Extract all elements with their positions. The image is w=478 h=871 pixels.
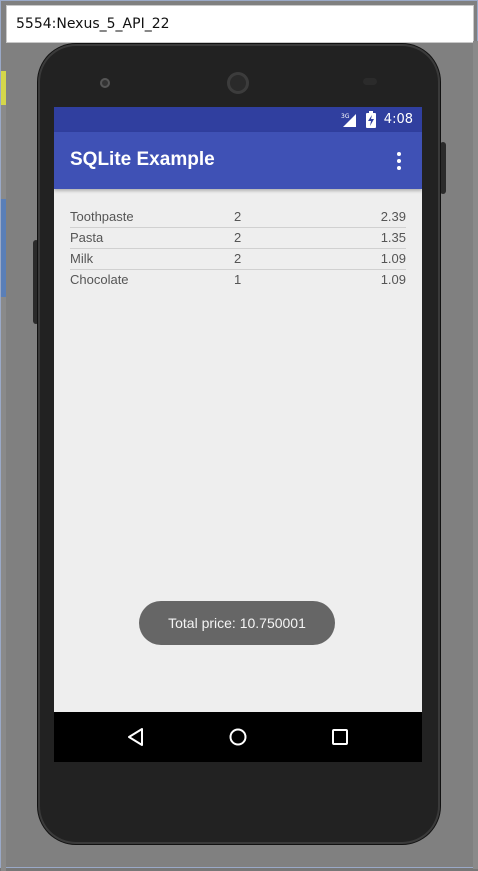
app-bar: SQLite Example xyxy=(54,132,422,189)
item-price: 1.09 xyxy=(380,272,406,287)
more-vert-icon[interactable] xyxy=(390,151,410,173)
proximity-sensor xyxy=(363,78,377,85)
battery-charging-icon xyxy=(366,111,376,128)
item-quantity: 2 xyxy=(234,251,242,266)
background-chip xyxy=(1,71,6,105)
item-name: Milk xyxy=(70,251,94,266)
phone-power-button xyxy=(440,142,446,194)
product-list: Toothpaste 2 2.39 Pasta 2 1.35 Milk 2 1.… xyxy=(70,207,406,290)
recents-square-icon[interactable] xyxy=(328,725,352,749)
item-quantity: 1 xyxy=(234,272,242,287)
list-item[interactable]: Toothpaste 2 2.39 xyxy=(70,207,406,228)
status-bar: 3G 4:08 xyxy=(54,107,422,132)
item-quantity: 2 xyxy=(234,209,242,224)
background-panel xyxy=(473,41,478,869)
item-name: Chocolate xyxy=(70,272,129,287)
app-title: SQLite Example xyxy=(70,149,215,170)
item-name: Pasta xyxy=(70,230,104,245)
window-title: 5554:Nexus_5_API_22 xyxy=(16,16,170,32)
background-chip xyxy=(1,199,6,297)
item-price: 1.09 xyxy=(380,251,406,266)
total-price-toast: Total price: 10.750001 xyxy=(139,601,335,645)
item-price: 2.39 xyxy=(380,209,406,224)
background-panel xyxy=(1,71,6,871)
front-camera xyxy=(100,78,110,88)
item-name: Toothpaste xyxy=(70,209,134,224)
home-circle-icon[interactable] xyxy=(226,725,250,749)
list-item[interactable]: Pasta 2 1.35 xyxy=(70,228,406,249)
list-item[interactable]: Chocolate 1 1.09 xyxy=(70,270,406,290)
list-item[interactable]: Milk 2 1.09 xyxy=(70,249,406,270)
status-time: 4:08 xyxy=(383,112,413,127)
signal-3g-icon: 3G xyxy=(341,113,356,127)
svg-text:3G: 3G xyxy=(341,113,350,120)
item-price: 1.35 xyxy=(380,230,406,245)
item-quantity: 2 xyxy=(234,230,242,245)
window-titlebar: 5554:Nexus_5_API_22 xyxy=(6,5,474,43)
back-triangle-icon[interactable] xyxy=(124,725,148,749)
earpiece-speaker xyxy=(227,72,249,94)
navigation-bar xyxy=(54,712,422,762)
device-screen: 3G 4:08 SQLite Example Toothpaste 2 2.39… xyxy=(54,107,422,762)
